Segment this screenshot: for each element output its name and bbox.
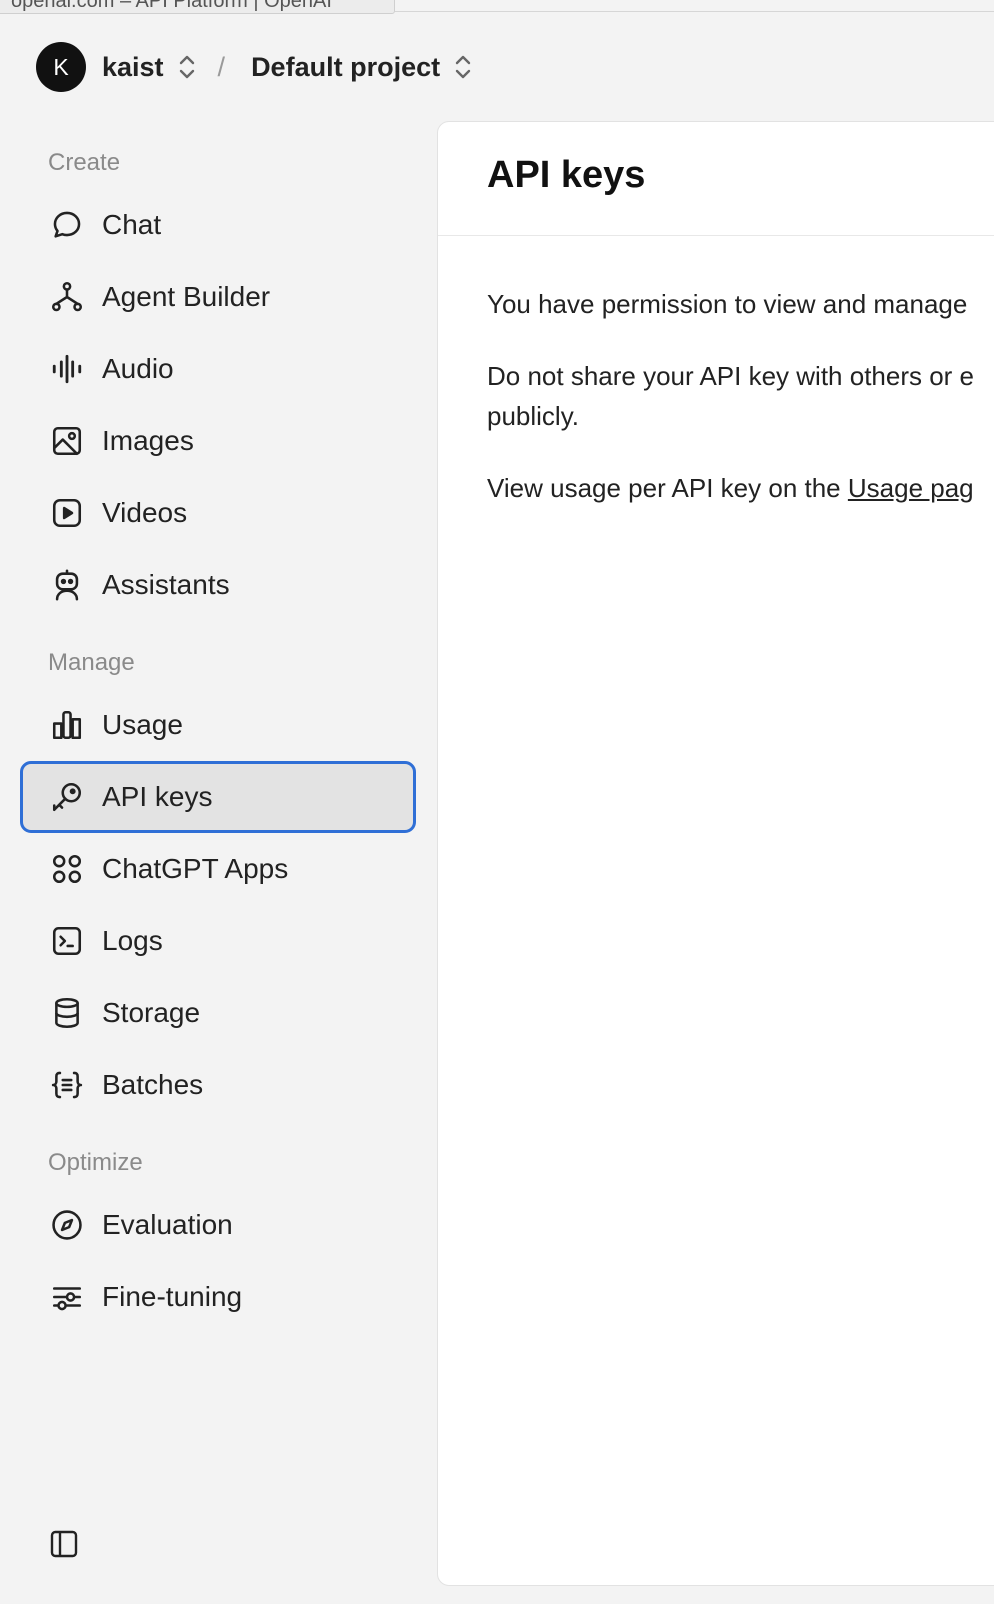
sidebar-item-api-keys[interactable]: API keys bbox=[20, 761, 416, 833]
sidebar-item-label: Usage bbox=[102, 709, 183, 740]
section-label-optimize: Optimize bbox=[48, 1149, 143, 1176]
sidebar-item-evaluation[interactable]: Evaluation bbox=[20, 1189, 416, 1261]
sidebar-item-chat[interactable]: Chat bbox=[20, 189, 416, 261]
usage-text: View usage per API key on the Usage pag bbox=[487, 468, 994, 508]
section-label-manage: Manage bbox=[48, 649, 135, 676]
sidebar-item-label: Agent Builder bbox=[102, 281, 271, 312]
sidebar-item-label: API keys bbox=[102, 781, 213, 812]
warning-text-line-1: Do not share your API key with others or… bbox=[487, 361, 975, 391]
chevron-updown-icon bbox=[454, 54, 472, 80]
top-header: K kaist / Default project bbox=[36, 42, 472, 92]
chat-bubble-icon bbox=[49, 207, 85, 243]
main-content-card: API keys You have permission to view and… bbox=[437, 121, 994, 1586]
sidebar-item-logs[interactable]: Logs bbox=[20, 905, 416, 977]
sidebar-item-batches[interactable]: Batches bbox=[20, 1049, 416, 1121]
sidebar: Create Chat Agent Builder Audio Images V… bbox=[20, 135, 416, 1333]
robot-icon bbox=[49, 567, 85, 603]
sidebar-item-fine-tuning[interactable]: Fine-tuning bbox=[20, 1261, 416, 1333]
braces-icon bbox=[49, 1067, 85, 1103]
warning-text-line-2: publicly. bbox=[487, 401, 580, 431]
video-play-icon bbox=[49, 495, 85, 531]
sidebar-item-label: Batches bbox=[102, 1069, 204, 1100]
sliders-icon bbox=[49, 1279, 85, 1315]
apps-grid-icon bbox=[49, 851, 85, 887]
sidebar-item-label: Chat bbox=[102, 209, 162, 240]
sidebar-item-assistants[interactable]: Assistants bbox=[20, 549, 416, 621]
sidebar-item-videos[interactable]: Videos bbox=[20, 477, 416, 549]
bar-chart-icon bbox=[49, 707, 85, 743]
project-switcher[interactable]: Default project bbox=[251, 52, 472, 83]
sidebar-item-label: Fine-tuning bbox=[102, 1281, 243, 1312]
sidebar-item-label: Storage bbox=[102, 997, 201, 1028]
database-icon bbox=[49, 995, 85, 1031]
sidebar-item-label: Audio bbox=[102, 353, 174, 384]
terminal-icon bbox=[49, 923, 85, 959]
usage-text-prefix: View usage per API key on the bbox=[487, 473, 848, 503]
org-avatar[interactable]: K bbox=[36, 42, 86, 92]
sidebar-item-label: Videos bbox=[102, 497, 188, 528]
page-title: API keys bbox=[438, 122, 994, 236]
top-divider bbox=[395, 11, 994, 12]
org-switcher[interactable]: kaist bbox=[102, 52, 196, 83]
org-name: kaist bbox=[102, 51, 164, 82]
sidebar-toggle-icon[interactable] bbox=[46, 1526, 82, 1562]
browser-tab-tooltip: openai.com – API Platform | OpenAI bbox=[0, 0, 395, 14]
chevron-updown-icon bbox=[178, 54, 196, 80]
section-label-create: Create bbox=[48, 149, 121, 176]
agent-builder-icon bbox=[49, 279, 85, 315]
sidebar-item-label: Evaluation bbox=[102, 1209, 233, 1240]
sidebar-item-audio[interactable]: Audio bbox=[20, 333, 416, 405]
api-keys-description: You have permission to view and manage D… bbox=[438, 236, 994, 508]
sidebar-item-label: Logs bbox=[102, 925, 163, 956]
sidebar-item-chatgpt-apps[interactable]: ChatGPT Apps bbox=[20, 833, 416, 905]
breadcrumb-separator: / bbox=[217, 51, 226, 82]
permission-text: You have permission to view and manage bbox=[487, 289, 968, 319]
sidebar-item-label: Assistants bbox=[102, 569, 230, 600]
key-icon bbox=[49, 779, 85, 815]
audio-waveform-icon bbox=[49, 351, 85, 387]
usage-page-link[interactable]: Usage pag bbox=[848, 473, 974, 503]
sidebar-item-label: ChatGPT Apps bbox=[102, 853, 289, 884]
sidebar-item-label: Images bbox=[102, 425, 194, 456]
sidebar-item-images[interactable]: Images bbox=[20, 405, 416, 477]
sidebar-item-agent-builder[interactable]: Agent Builder bbox=[20, 261, 416, 333]
image-icon bbox=[49, 423, 85, 459]
compass-icon bbox=[49, 1207, 85, 1243]
project-name: Default project bbox=[251, 51, 441, 82]
sidebar-item-usage[interactable]: Usage bbox=[20, 689, 416, 761]
sidebar-item-storage[interactable]: Storage bbox=[20, 977, 416, 1049]
